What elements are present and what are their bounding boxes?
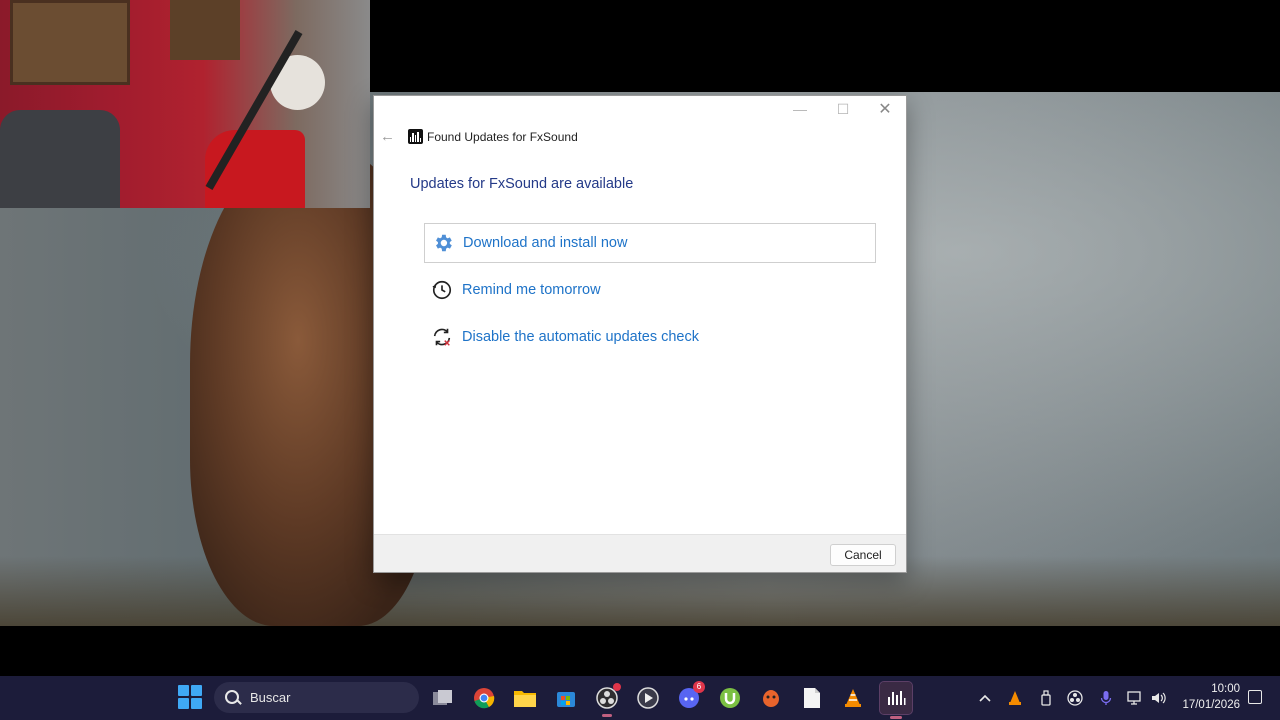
scratch-icon[interactable] [757,684,785,712]
network-icon[interactable] [1126,688,1144,708]
minimize-button[interactable]: — [780,96,820,122]
download-install-button[interactable]: Download and install now [424,223,876,263]
update-dialog: — ☐ ✕ ← Found Updates for FxSound Update… [373,95,907,573]
discord-notification-badge: 6 [693,681,705,693]
utorrent-icon[interactable] [716,684,744,712]
obs-icon[interactable] [593,683,621,717]
obs-recording-badge [613,683,621,691]
dialog-titlebar: — ☐ ✕ [374,96,906,126]
obs-tray-icon[interactable] [1066,688,1084,708]
dialog-title: Found Updates for FxSound [427,130,578,144]
chrome-icon[interactable] [470,684,498,712]
vlc-icon[interactable] [839,684,867,712]
clock-time: 10:00 [1211,683,1240,695]
microphone-icon[interactable] [1097,688,1115,708]
usb-drive-icon[interactable] [1037,688,1055,708]
fxsound-running-indicator [890,716,902,719]
discord-icon[interactable]: 6 [675,681,705,712]
fxsound-icon[interactable] [879,681,913,719]
clock-date: 17/01/2026 [1182,699,1240,711]
microsoft-store-icon[interactable] [552,684,580,712]
remind-tomorrow-label: Remind me tomorrow [462,282,601,298]
file-explorer-icon[interactable] [511,684,539,712]
taskbar-clock[interactable]: 10:00 17/01/2026 [1182,681,1240,713]
windows-start-icon[interactable] [178,685,202,709]
search-placeholder: Buscar [250,690,291,705]
close-button[interactable]: ✕ [865,96,905,122]
notepad-icon[interactable] [798,684,826,712]
obs-running-indicator [602,714,612,717]
cancel-button[interactable]: Cancel [830,544,896,566]
vlc-tray-icon[interactable] [1006,688,1024,708]
notification-center-icon[interactable] [1248,690,1262,704]
fxsound-app-icon [408,129,423,144]
remind-tomorrow-button[interactable]: Remind me tomorrow [424,270,876,310]
task-view-icon[interactable] [429,684,457,712]
taskbar: Buscar 6 10:00 17/01/2026 [0,676,1280,720]
maximize-button[interactable]: ☐ [823,96,863,122]
download-install-label: Download and install now [463,235,628,251]
gear-icon [431,231,455,255]
disable-update-check-label: Disable the automatic updates check [462,329,699,345]
volume-icon[interactable] [1149,688,1167,708]
main-instruction: Updates for FxSound are available [410,176,634,192]
history-icon [430,278,454,302]
chevron-up-icon[interactable] [978,688,992,708]
dialog-footer: Cancel [374,534,906,572]
webcam-shelf [10,0,130,85]
webcam-sofa [0,110,120,208]
webcam-overlay [0,0,370,208]
back-arrow-icon[interactable]: ← [380,128,398,146]
screen-letterbox-bottom [0,626,1280,676]
disable-update-check-button[interactable]: Disable the automatic updates check [424,317,876,357]
search-icon [225,689,241,706]
sync-disabled-icon [430,325,454,349]
media-player-icon[interactable] [634,684,662,712]
taskbar-search-box[interactable]: Buscar [214,682,419,713]
webcam-shelf-2 [170,0,240,60]
